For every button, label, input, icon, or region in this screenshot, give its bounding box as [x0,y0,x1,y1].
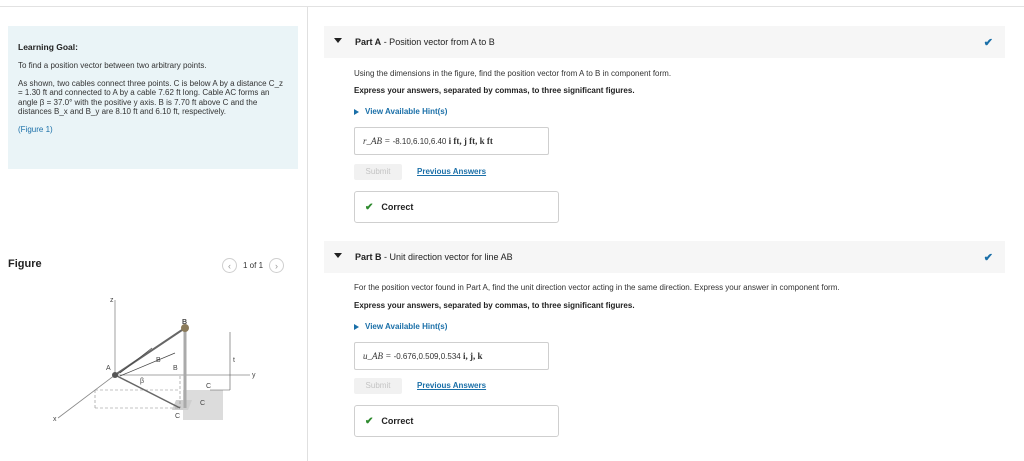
correct-check-icon: ✔ [365,416,374,427]
collapse-caret-icon[interactable] [334,38,342,43]
label-cz: C [206,383,211,390]
answer-label: u_AB = [363,351,392,361]
part-a-header[interactable]: Part A - Position vector from A to B ✔ [324,26,1005,58]
check-icon: ✔ [983,37,993,49]
label-beta: β [140,378,144,385]
label-x: x [53,416,57,423]
check-icon: ✔ [983,252,993,264]
prev-figure-button[interactable]: ‹ [222,258,237,273]
label-b: B [182,319,187,326]
collapse-caret-icon[interactable] [334,253,342,258]
hint-triangle-icon [354,323,359,330]
top-divider [0,6,1024,7]
x-axis [57,374,116,419]
answer-label: r_AB = [363,136,391,146]
label-by: B [156,357,161,364]
point-a [112,372,118,378]
part-a-title: Part A - Position vector from A to B [355,37,495,47]
cable-ac [114,374,181,409]
answer-value: -8.10,6.10,6.40 [392,137,447,146]
label-bx: B [173,365,178,372]
learning-goal-text: To find a position vector between two ar… [18,61,207,70]
part-a-hint[interactable]: View Available Hint(s) [354,107,447,116]
part-b-sigfig: Express your answers, separated by comma… [354,301,635,310]
next-figure-button[interactable]: › [269,258,285,273]
correct-feedback: ✔ Correct [354,191,559,223]
submit-button[interactable]: Submit [354,164,402,180]
hint-triangle-icon [354,108,359,115]
part-a-instruction: Using the dimensions in the figure, find… [354,69,672,78]
figure-title: Figure [8,258,42,270]
part-b-instruction: For the position vector found in Part A,… [354,283,840,292]
part-b-hint[interactable]: View Available Hint(s) [354,322,447,331]
correct-feedback: ✔ Correct [354,405,559,437]
previous-answers-link[interactable]: Previous Answers [417,167,486,176]
learning-goal-problem: As shown, two cables connect three point… [18,78,284,117]
answer-units: i, j, k [462,351,483,361]
arrow-bx [119,352,176,377]
submit-button[interactable]: Submit [354,378,402,394]
part-b-header[interactable]: Part B - Unit direction vector for line … [324,241,1005,273]
label-cz-2: C [200,400,205,407]
figure-link[interactable]: (Figure 1) [18,125,288,134]
answer-value: -0.676,0.509,0.534 [393,352,461,361]
part-b-answer[interactable]: u_AB = -0.676,0.509,0.534 i, j, k [354,342,549,370]
figure-page-count: 1 of 1 [243,261,264,270]
label-y: y [252,372,256,379]
label-c: C [175,413,180,420]
learning-goal-panel: Learning Goal: To find a position vector… [8,26,298,169]
label-z: z [110,297,114,304]
figure-diagram: z x y A B C β B B C C t [53,297,256,423]
part-a-answer[interactable]: r_AB = -8.10,6.10,6.40 i ft, j ft, k ft [354,127,549,155]
part-a-sigfig: Express your answers, separated by comma… [354,86,635,95]
previous-answers-link[interactable]: Previous Answers [417,381,486,390]
correct-check-icon: ✔ [365,202,374,213]
answer-units: i ft, j ft, k ft [448,136,493,146]
pane-divider [307,7,308,461]
part-b-title: Part B - Unit direction vector for line … [355,252,513,262]
learning-goal-title: Learning Goal: [18,42,78,52]
label-t: t [233,357,235,364]
label-a: A [106,365,111,372]
figure-pager: ‹ 1 of 1 › [222,258,285,273]
